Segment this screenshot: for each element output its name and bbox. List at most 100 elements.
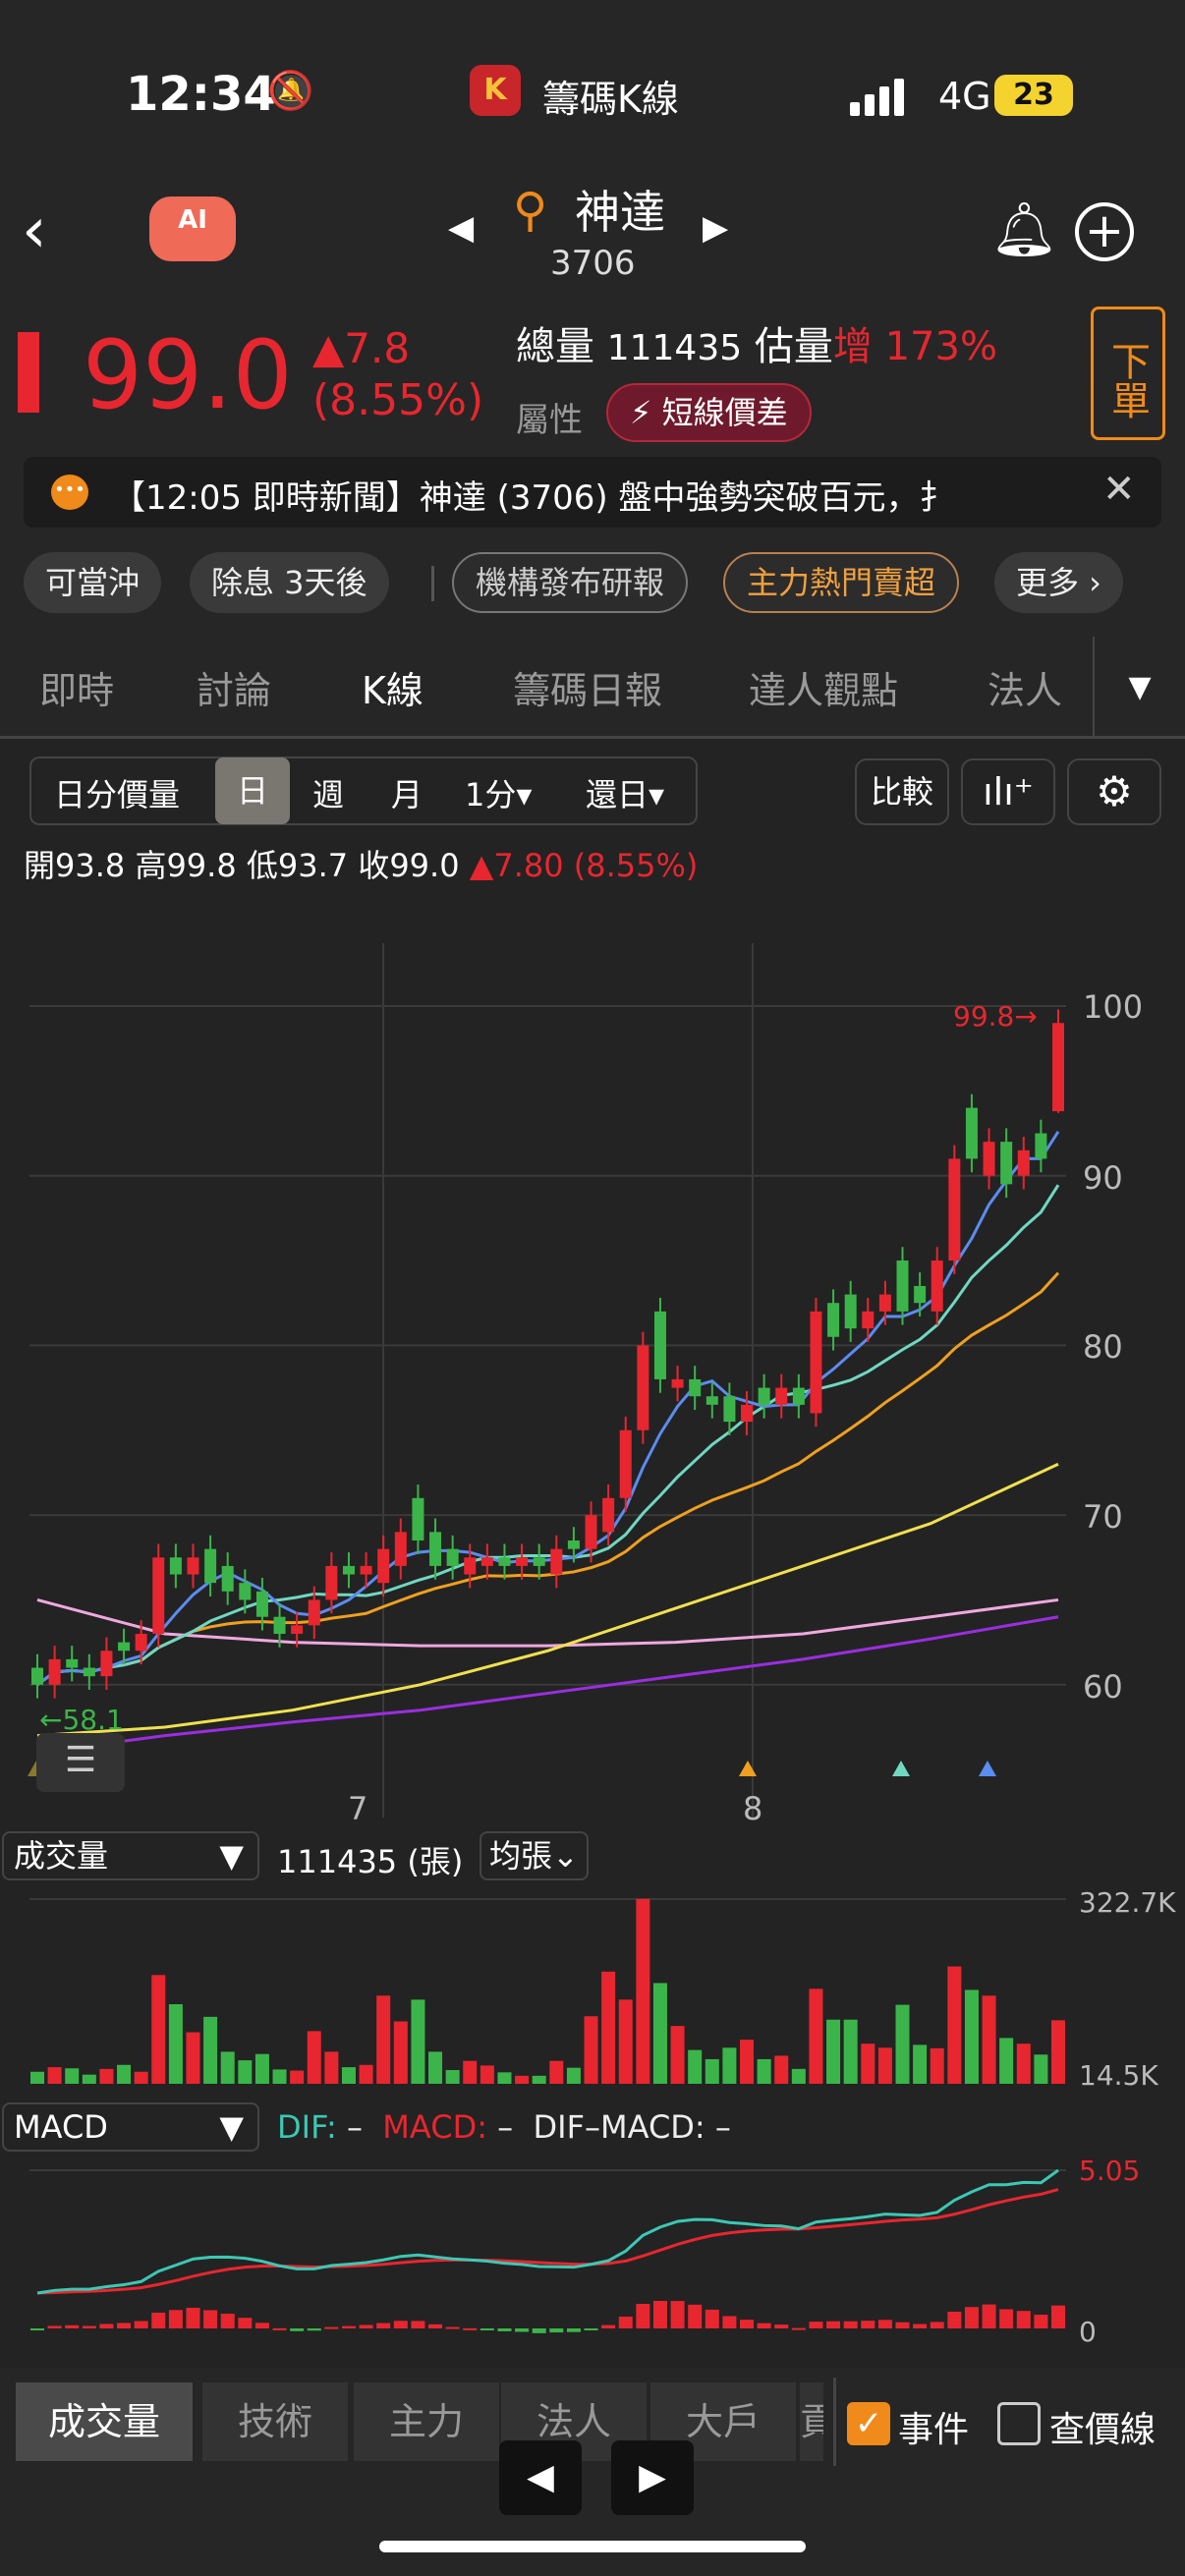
- volume-bar: [791, 2068, 806, 2084]
- period-month[interactable]: 月: [391, 770, 423, 815]
- candle-body: [550, 1548, 563, 1575]
- macd-histogram-bar: [254, 2323, 269, 2328]
- tab-institutional[interactable]: 法人: [988, 660, 1062, 714]
- bottom-tab-technical[interactable]: 技術: [202, 2382, 348, 2461]
- order-label: 下單: [1104, 341, 1150, 420]
- macd-value: –: [497, 2108, 514, 2146]
- tabs-dropdown-icon[interactable]: ▼: [1093, 637, 1185, 739]
- chip-ex-dividend[interactable]: 除息 3天後: [190, 552, 389, 613]
- attribute-badge[interactable]: ⚡ 短線價差: [606, 383, 812, 442]
- bottom-tab-volume[interactable]: 成交量: [16, 2382, 193, 2461]
- back-button[interactable]: ‹: [22, 195, 47, 267]
- add-icon[interactable]: +: [1075, 202, 1134, 261]
- dif-value: –: [346, 2108, 363, 2146]
- volume-bar: [134, 2071, 148, 2084]
- scroll-left-button[interactable]: ◀: [499, 2440, 582, 2515]
- order-button[interactable]: 下單: [1091, 307, 1165, 440]
- volume-indicator-select[interactable]: 成交量 ▼: [2, 1831, 259, 1880]
- stock-name[interactable]: 神達: [575, 177, 665, 242]
- volume-bar: [168, 2004, 183, 2084]
- home-indicator: [379, 2541, 806, 2552]
- ma20-line: [36, 1271, 1060, 1687]
- macd-histogram-bar: [359, 2324, 373, 2328]
- tab-discussion[interactable]: 討論: [197, 660, 271, 714]
- settings-gear-icon[interactable]: ⚙: [1067, 758, 1161, 825]
- candle-body: [239, 1583, 252, 1600]
- macd-indicator-select[interactable]: MACD ▼: [2, 2102, 259, 2152]
- ai-robot-button[interactable]: AI: [149, 196, 236, 261]
- bottom-tab-main-force[interactable]: 主力: [354, 2382, 499, 2461]
- volume-bar: [877, 2047, 892, 2084]
- dif-line: [36, 2168, 1059, 2295]
- bell-icon[interactable]: 🔔︎: [990, 198, 1058, 261]
- adjust-dropdown[interactable]: 還日▾: [586, 770, 664, 815]
- chart-menu-icon[interactable]: ☰: [36, 1733, 125, 1792]
- volume-bar: [47, 2067, 62, 2084]
- period-day[interactable]: 日: [215, 757, 290, 824]
- candle-body: [810, 1311, 822, 1414]
- macd-histogram-bar: [376, 2323, 391, 2328]
- candle-body: [464, 1557, 477, 1575]
- news-banner[interactable]: ••• 【12:05 即時新聞】神達 (3706) 盤中強勢突破百元，扌 ✕: [24, 457, 1161, 528]
- close-icon[interactable]: ✕: [1102, 467, 1136, 512]
- price-line-checkbox[interactable]: [997, 2402, 1041, 2445]
- scroll-right-button[interactable]: ▶: [611, 2440, 694, 2515]
- candle-body: [31, 1667, 43, 1685]
- macd-histogram-bar: [497, 2328, 512, 2331]
- battery-icon: 23: [994, 75, 1073, 116]
- candle-body: [342, 1565, 355, 1575]
- period-intraday-volume[interactable]: 日分價量: [54, 770, 180, 815]
- candle-body: [896, 1260, 909, 1312]
- volume-min: 14.5K: [1079, 2059, 1158, 2092]
- candle-body: [878, 1294, 891, 1312]
- candle-body: [602, 1497, 615, 1533]
- volume-unit-select[interactable]: 均張⌄: [480, 1831, 589, 1880]
- add-indicator-icon[interactable]: ılı⁺: [961, 758, 1055, 825]
- estimate-label: 估量: [754, 324, 833, 369]
- candle-body: [377, 1548, 390, 1584]
- prev-stock-button[interactable]: ◀: [448, 208, 474, 248]
- compare-button[interactable]: 比較: [855, 758, 949, 825]
- volume-bar: [376, 1995, 391, 2084]
- volume-bar: [740, 2040, 755, 2084]
- macd-histogram-bar: [151, 2312, 166, 2328]
- next-stock-button[interactable]: ▶: [703, 208, 728, 248]
- candle-body: [273, 1616, 286, 1634]
- volume-bar: [584, 2016, 598, 2084]
- period-week[interactable]: 週: [312, 770, 344, 815]
- volume-bar: [151, 1975, 166, 2084]
- last-price: 99.0: [83, 320, 293, 430]
- open-value: 開93.8: [24, 847, 126, 884]
- macd-chart: [29, 2168, 1066, 2333]
- chip-hot-sell[interactable]: 主力熱門賣超: [723, 552, 960, 613]
- volume-bar: [913, 2044, 928, 2084]
- attribute-badge-label: 短線價差: [661, 394, 788, 431]
- tab-expert-view[interactable]: 達人觀點: [749, 660, 898, 714]
- candle-body: [152, 1557, 165, 1634]
- bottom-tab-more[interactable]: 貢: [800, 2382, 823, 2461]
- macd-histogram-bar: [705, 2309, 719, 2328]
- price-change-pct: (8.55%): [312, 375, 484, 425]
- low-value: 低93.7: [246, 847, 349, 884]
- macd-histogram-bar: [549, 2328, 564, 2333]
- period-minute-dropdown[interactable]: 1分▾: [465, 770, 532, 815]
- divider: [833, 2378, 836, 2466]
- candle-body: [1052, 1023, 1064, 1112]
- candle-body: [135, 1633, 147, 1652]
- chip-more[interactable]: 更多 ›: [994, 552, 1123, 613]
- chip-research-report[interactable]: 機構發布研報: [452, 552, 689, 613]
- macd-histogram-bar: [895, 2322, 910, 2328]
- tab-chip-report[interactable]: 籌碼日報: [513, 660, 662, 714]
- candle-body: [394, 1532, 407, 1566]
- volume-bar: [843, 2019, 858, 2084]
- candle-body: [983, 1142, 995, 1176]
- candle-body: [48, 1658, 61, 1685]
- event-checkbox[interactable]: ✓: [847, 2402, 890, 2445]
- volume-bar: [411, 1999, 425, 2084]
- candle-body: [66, 1658, 79, 1668]
- chip-day-trade[interactable]: 可當沖: [24, 552, 162, 613]
- candlestick-chart[interactable]: [0, 924, 1185, 1827]
- search-icon[interactable]: ⚲: [513, 183, 547, 238]
- tab-kline[interactable]: K線: [362, 660, 423, 714]
- tab-realtime[interactable]: 即時: [39, 660, 114, 714]
